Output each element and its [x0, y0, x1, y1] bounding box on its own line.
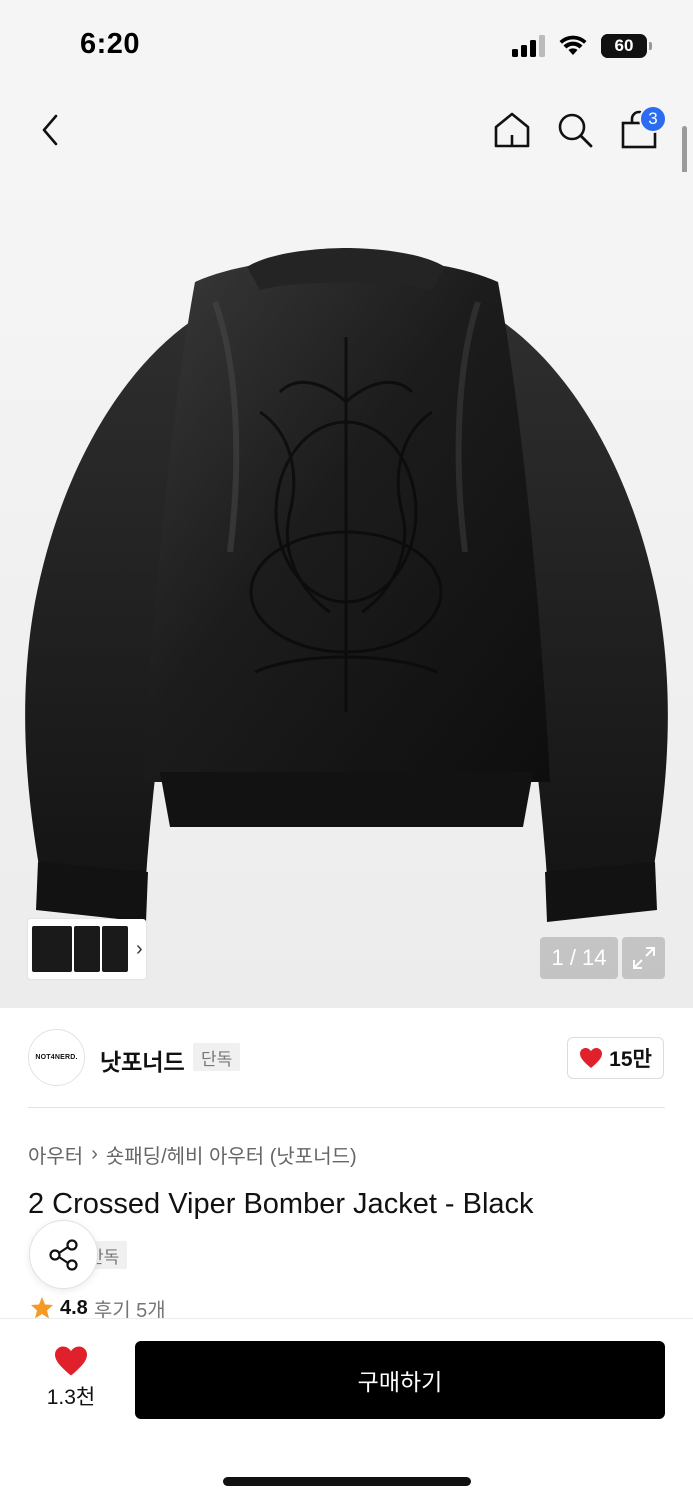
top-nav: 3	[0, 92, 693, 172]
brand-logo[interactable]: NOT4NERD.	[28, 1029, 85, 1086]
home-button[interactable]	[490, 106, 534, 154]
brand-name[interactable]: 낫포너드	[100, 1043, 185, 1077]
breadcrumb-item[interactable]: 숏패딩/헤비 아우터 (낫포너드)	[106, 1140, 357, 1169]
product-image	[25, 248, 668, 922]
chevron-left-icon	[42, 114, 58, 146]
share-button[interactable]	[29, 1220, 98, 1289]
bottom-action-bar: 1.3천 구매하기	[0, 1318, 693, 1500]
brand-exclusive-tag: 단독	[193, 1043, 241, 1071]
cart-button[interactable]: 3	[617, 105, 667, 154]
status-bar: 6:20 60	[0, 0, 693, 92]
brand-like-button[interactable]: 15만	[567, 1037, 664, 1079]
divider	[28, 1107, 665, 1108]
product-image-gallery[interactable]: › 1 / 14	[0, 172, 693, 1008]
chevron-right-icon: ›	[91, 1143, 98, 1165]
wishlist-count: 1.3천	[46, 1386, 96, 1409]
breadcrumb: 아우터 › 숏패딩/헤비 아우터 (낫포너드)	[28, 1140, 357, 1169]
thumbnail-image[interactable]	[74, 926, 100, 972]
image-pager: 1 / 14	[540, 937, 618, 979]
rating-row[interactable]: 4.8 후기 5개	[30, 1297, 166, 1319]
cart-count-badge: 3	[639, 105, 667, 133]
brand-like-count: 15만	[609, 1048, 652, 1071]
home-icon	[494, 112, 530, 148]
thumbnail-image[interactable]	[32, 926, 72, 972]
rating-value: 4.8	[60, 1297, 88, 1319]
search-icon	[558, 113, 593, 148]
back-button[interactable]	[30, 106, 70, 154]
brand-row: NOT4NERD. 낫포너드 단독 15만	[0, 1008, 693, 1108]
expand-icon	[632, 947, 655, 969]
search-button[interactable]	[553, 106, 597, 154]
cellular-signal-icon	[512, 35, 545, 57]
heart-icon	[55, 1346, 87, 1376]
wifi-icon	[559, 35, 587, 55]
chevron-right-icon: ›	[136, 937, 143, 960]
wishlist-button[interactable]: 1.3천	[34, 1345, 108, 1415]
product-title: 2 Crossed Viper Bomber Jacket - Black	[28, 1188, 534, 1220]
thumbnail-image[interactable]	[102, 926, 128, 972]
image-thumbnail-strip[interactable]: ›	[28, 919, 146, 979]
status-icons: 60	[512, 34, 652, 58]
review-count: 후기 5개	[93, 1299, 166, 1320]
status-time: 6:20	[80, 28, 141, 60]
battery-level: 60	[614, 36, 634, 55]
share-icon	[48, 1238, 78, 1271]
buy-button[interactable]: 구매하기	[135, 1341, 665, 1419]
expand-image-button[interactable]	[622, 937, 665, 979]
breadcrumb-item[interactable]: 아우터	[28, 1140, 83, 1169]
battery-icon: 60	[601, 34, 652, 58]
heart-icon	[580, 1048, 603, 1068]
home-indicator	[223, 1477, 471, 1486]
star-icon	[31, 1297, 53, 1319]
